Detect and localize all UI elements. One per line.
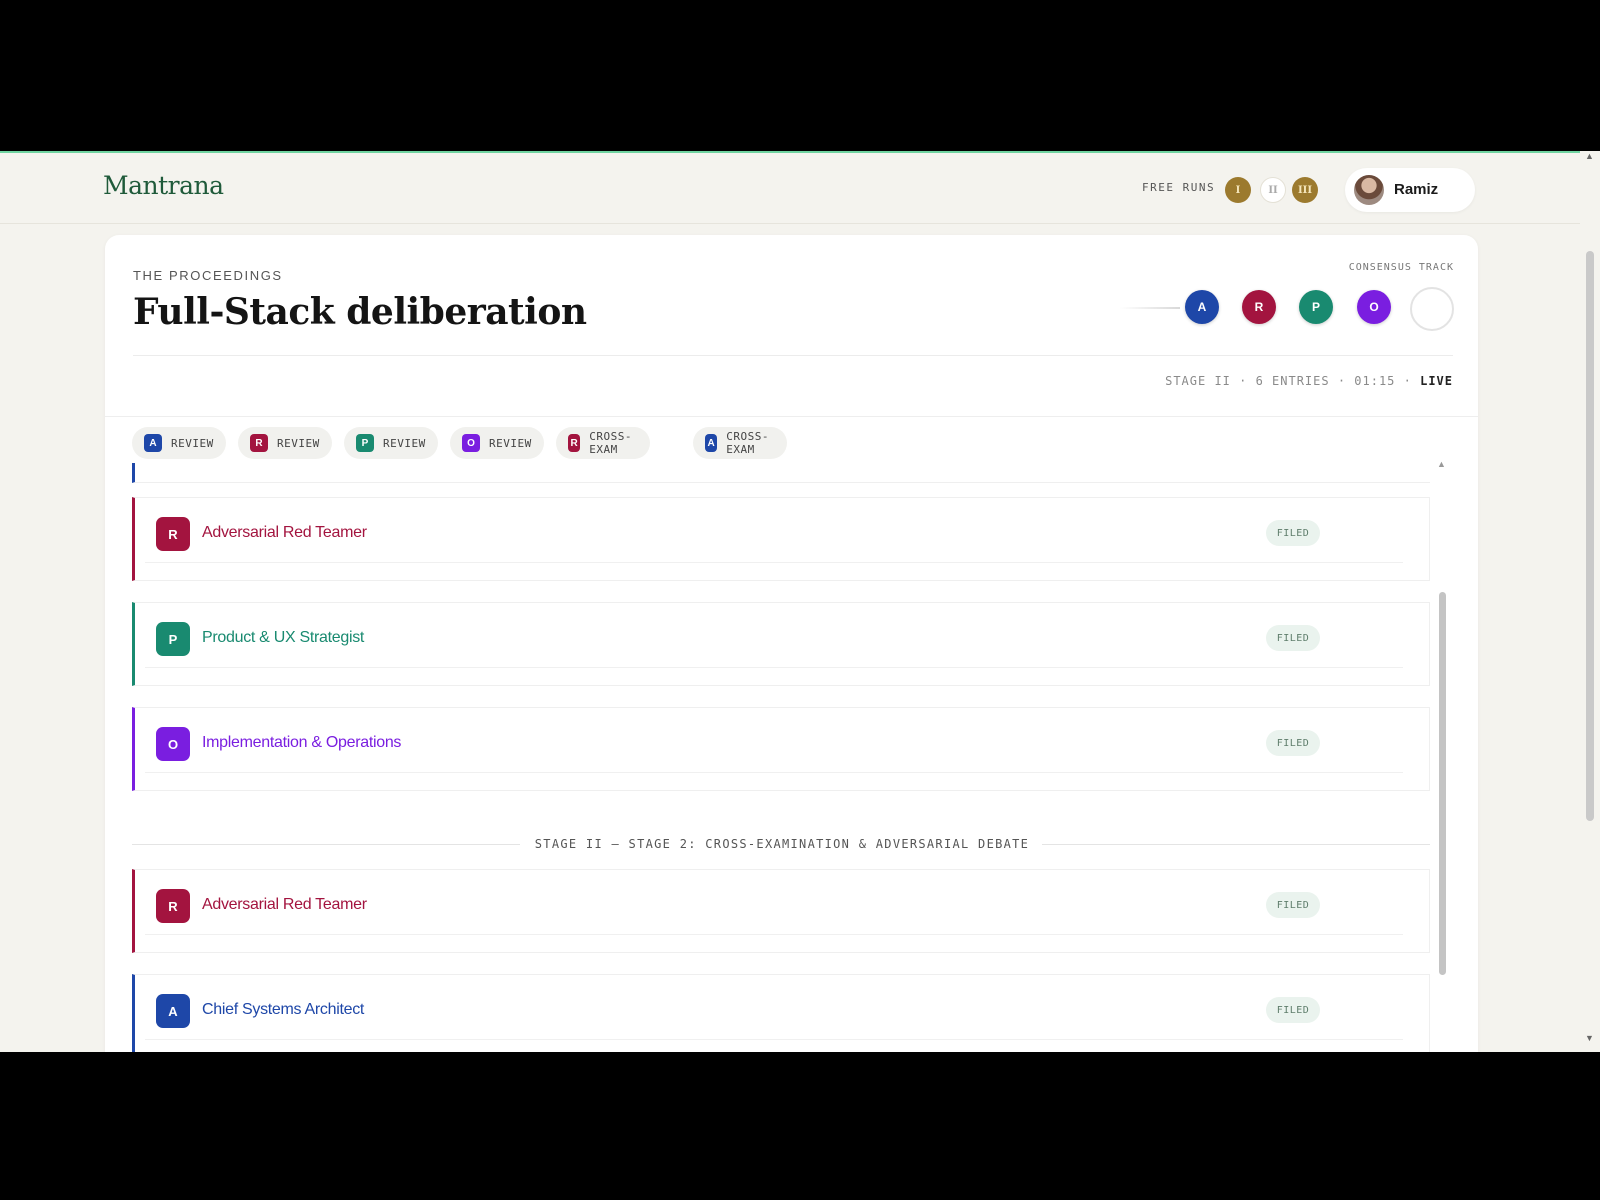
entry-badge: O — [156, 727, 190, 761]
chip-label: REVIEW — [277, 436, 320, 450]
consensus-dot-operations: O — [1357, 290, 1391, 324]
chip-badge: A — [705, 434, 718, 452]
user-name: Ramiz — [1394, 181, 1439, 198]
scroll-up-icon[interactable]: ▲ — [1585, 151, 1594, 161]
consensus-dot-pending — [1410, 287, 1454, 331]
entry-name: Adversarial Red Teamer — [202, 524, 367, 541]
status-badge: FILED — [1266, 997, 1320, 1023]
chip-label: REVIEW — [489, 436, 532, 450]
entry-divider — [145, 667, 1403, 668]
entry-name: Implementation & Operations — [202, 734, 402, 751]
chip-operations-review[interactable]: O REVIEW — [450, 427, 544, 459]
page-scrollbar[interactable]: ▲ ▼ — [1580, 151, 1600, 1050]
entry-name: Adversarial Red Teamer — [202, 896, 367, 913]
feed-scrollbar[interactable]: ▲ — [1437, 459, 1447, 975]
chip-product-review[interactable]: P REVIEW — [344, 427, 438, 459]
status-badge: FILED — [1266, 730, 1320, 756]
status-badge: FILED — [1266, 892, 1320, 918]
free-run-coin-1: I — [1225, 177, 1251, 203]
chip-badge: P — [356, 434, 374, 452]
chip-label: REVIEW — [383, 436, 426, 450]
app-logo[interactable]: Mantrana — [103, 171, 224, 200]
page-title: Full-Stack deliberation — [133, 291, 587, 333]
proceedings-eyebrow: THE PROCEEDINGS — [133, 268, 283, 283]
entry-badge: P — [156, 622, 190, 656]
scroll-up-icon[interactable]: ▲ — [1437, 459, 1446, 469]
entry-badge: R — [156, 517, 190, 551]
entry-card[interactable]: P Product & UX Strategist FILED — [132, 602, 1430, 686]
entry-name: Chief Systems Architect — [202, 1001, 365, 1018]
header-divider — [133, 355, 1453, 356]
entry-name: Product & UX Strategist — [202, 629, 365, 646]
stage-separator-label: STAGE II — STAGE 2: CROSS-EXAMINATION & … — [534, 837, 1030, 851]
avatar — [1354, 175, 1384, 205]
page-scrollbar-thumb[interactable] — [1586, 251, 1594, 821]
separator-line — [1042, 844, 1430, 845]
chip-badge: R — [568, 434, 581, 452]
chip-architect-cross-exam[interactable]: A CROSS-EXAM — [693, 427, 787, 459]
chip-badge: A — [144, 434, 162, 452]
scroll-down-icon[interactable]: ▼ — [1585, 1033, 1594, 1043]
chip-label: CROSS-EXAM — [589, 430, 632, 456]
proceedings-card: THE PROCEEDINGS Full-Stack deliberation … — [105, 235, 1478, 1052]
chip-label: REVIEW — [171, 436, 214, 450]
entry-card[interactable]: R Adversarial Red Teamer FILED — [132, 869, 1430, 953]
stage-separator: STAGE II — STAGE 2: CROSS-EXAMINATION & … — [132, 835, 1430, 855]
free-run-coin-2: II — [1260, 177, 1286, 203]
entry-card-partial — [132, 463, 1430, 483]
entry-divider — [145, 562, 1403, 563]
entry-card[interactable]: A Chief Systems Architect FILED — [132, 974, 1430, 1052]
entry-badge: R — [156, 889, 190, 923]
entry-card[interactable]: O Implementation & Operations FILED — [132, 707, 1430, 791]
entry-divider — [145, 772, 1403, 773]
entry-divider — [145, 1039, 1403, 1040]
entry-divider — [145, 934, 1403, 935]
free-runs-label: FREE RUNS — [1142, 181, 1216, 194]
entries-feed[interactable]: R Adversarial Red Teamer FILED P Product… — [132, 463, 1452, 1052]
consensus-track-line — [1120, 307, 1180, 309]
section-divider — [105, 416, 1478, 417]
user-menu-button[interactable]: Ramiz — [1345, 168, 1475, 212]
consensus-dot-red-teamer: R — [1242, 290, 1276, 324]
consensus-track-label: CONSENSUS TRACK — [1348, 262, 1454, 273]
chip-architect-review[interactable]: A REVIEW — [132, 427, 226, 459]
consensus-dot-product: P — [1299, 290, 1333, 324]
chip-badge: O — [462, 434, 480, 452]
chip-red-teamer-cross-exam[interactable]: R CROSS-EXAM — [556, 427, 650, 459]
stage-meta: STAGE II · 6 ENTRIES · 01:15 · LIVE — [1105, 374, 1453, 388]
app-window: Mantrana FREE RUNS I II III Ramiz THE PR… — [0, 151, 1600, 1052]
chip-label: CROSS-EXAM — [726, 430, 769, 456]
chip-badge: R — [250, 434, 268, 452]
top-bar: Mantrana FREE RUNS I II III Ramiz — [0, 153, 1580, 224]
separator-line — [132, 844, 520, 845]
stage-meta-text: STAGE II · 6 ENTRIES · 01:15 · — [1165, 374, 1412, 388]
chip-red-teamer-review[interactable]: R REVIEW — [238, 427, 332, 459]
status-badge: FILED — [1266, 520, 1320, 546]
live-indicator: LIVE — [1420, 374, 1453, 388]
entry-card[interactable]: R Adversarial Red Teamer FILED — [132, 497, 1430, 581]
feed-scrollbar-thumb[interactable] — [1439, 592, 1446, 975]
consensus-dot-architect: A — [1185, 290, 1219, 324]
free-run-coin-3: III — [1292, 177, 1318, 203]
status-badge: FILED — [1266, 625, 1320, 651]
entry-badge: A — [156, 994, 190, 1028]
